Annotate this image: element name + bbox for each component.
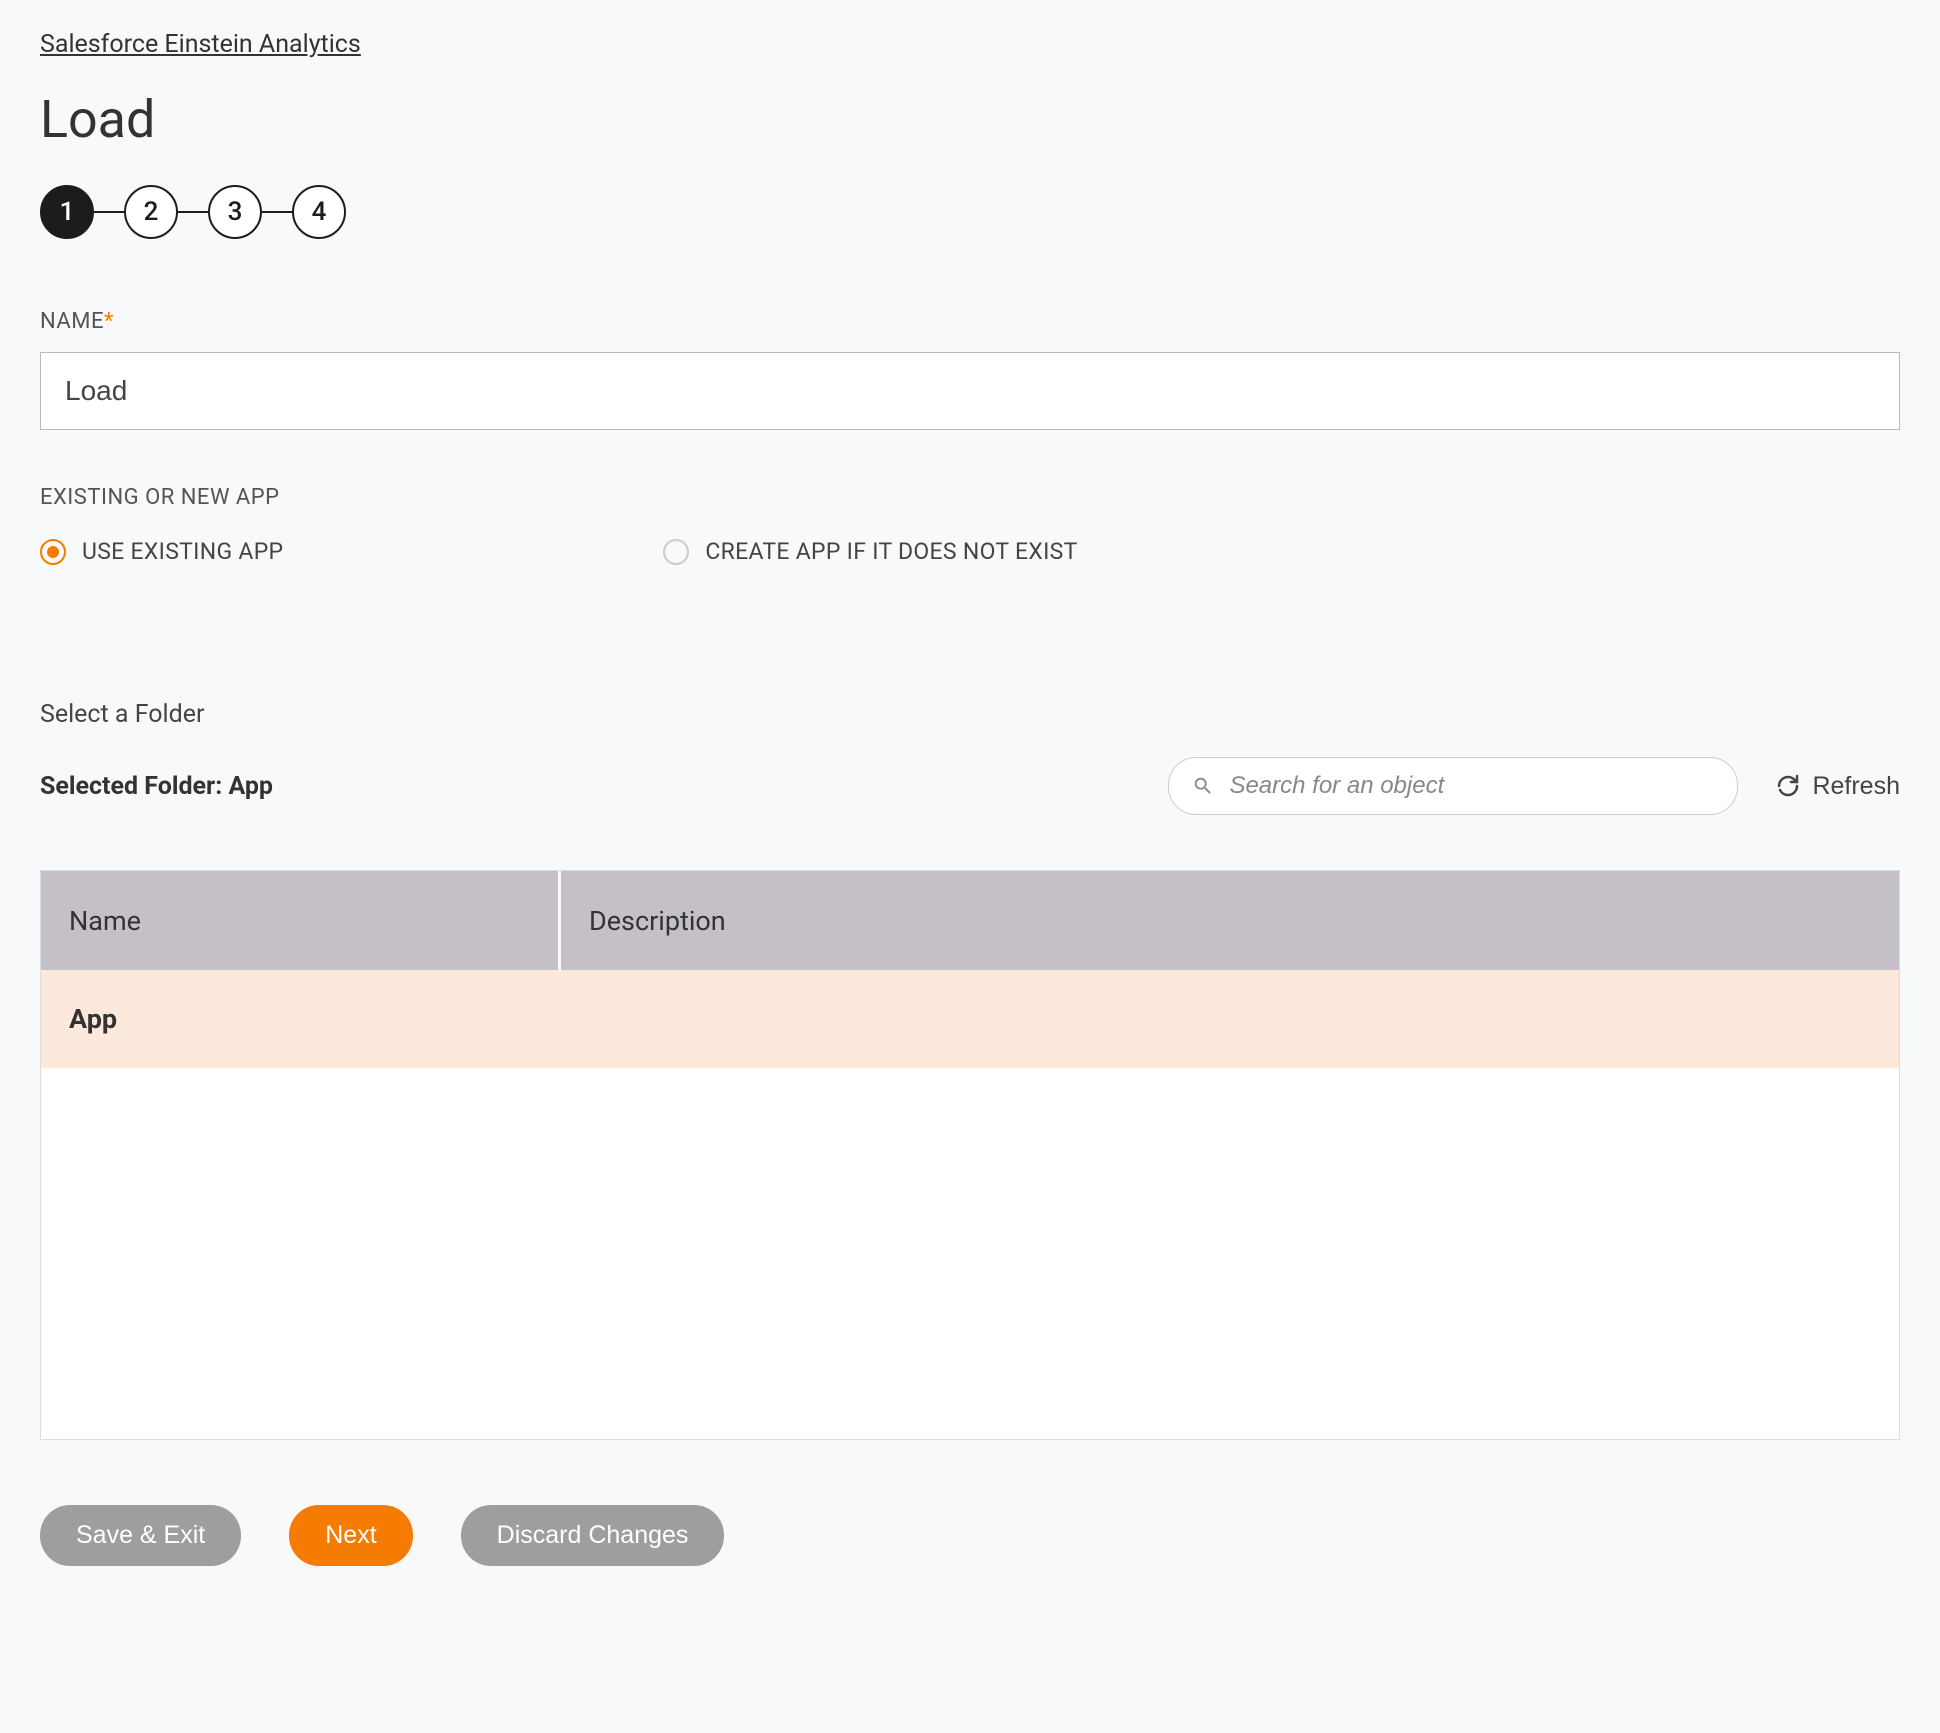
name-label: NAME*	[40, 309, 1900, 334]
discard-changes-button[interactable]: Discard Changes	[461, 1505, 725, 1566]
step-4[interactable]: 4	[292, 185, 346, 239]
required-asterisk: *	[104, 309, 114, 334]
cell-description	[561, 970, 1899, 1068]
name-input[interactable]	[40, 352, 1900, 430]
cell-name: App	[41, 970, 561, 1068]
page-title: Load	[40, 89, 1900, 150]
breadcrumb-link[interactable]: Salesforce Einstein Analytics	[40, 30, 361, 59]
column-header-name[interactable]: Name	[41, 871, 561, 970]
column-header-description[interactable]: Description	[561, 871, 1899, 970]
folder-table: Name Description App	[40, 870, 1900, 1440]
step-2[interactable]: 2	[124, 185, 178, 239]
refresh-button[interactable]: Refresh	[1776, 772, 1900, 801]
step-line	[178, 211, 208, 213]
refresh-label: Refresh	[1812, 772, 1900, 801]
radio-use-existing[interactable]: USE EXISTING APP	[40, 538, 283, 565]
save-exit-button[interactable]: Save & Exit	[40, 1505, 241, 1566]
step-line	[262, 211, 292, 213]
table-row[interactable]: App	[41, 970, 1899, 1068]
step-line	[94, 211, 124, 213]
radio-label: CREATE APP IF IT DOES NOT EXIST	[705, 538, 1077, 565]
search-input[interactable]	[1168, 757, 1738, 815]
stepper: 1 2 3 4	[40, 185, 1900, 239]
search-wrapper	[1168, 757, 1738, 815]
radio-icon	[663, 539, 689, 565]
step-3[interactable]: 3	[208, 185, 262, 239]
select-folder-label: Select a Folder	[40, 700, 1900, 729]
refresh-icon	[1776, 774, 1800, 798]
radio-create-app[interactable]: CREATE APP IF IT DOES NOT EXIST	[663, 538, 1077, 565]
app-section-label: EXISTING OR NEW APP	[40, 485, 1900, 510]
table-header: Name Description	[41, 871, 1899, 970]
radio-label: USE EXISTING APP	[82, 538, 283, 565]
selected-folder: Selected Folder: App	[40, 772, 273, 801]
search-icon	[1192, 775, 1214, 797]
radio-icon	[40, 539, 66, 565]
step-1[interactable]: 1	[40, 185, 94, 239]
next-button[interactable]: Next	[289, 1505, 412, 1566]
